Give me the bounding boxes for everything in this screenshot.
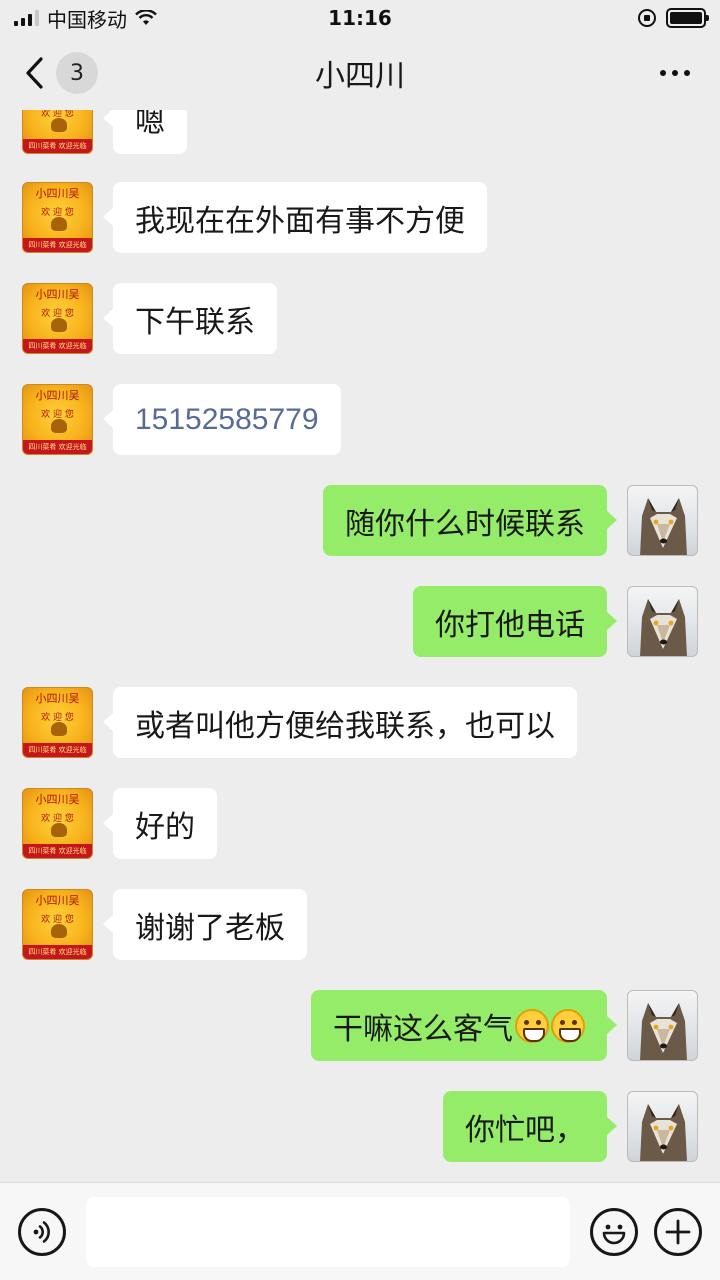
avatar-text: 小四川吴 — [35, 692, 80, 705]
my-avatar[interactable] — [627, 586, 698, 657]
my-avatar[interactable] — [627, 485, 698, 556]
contact-avatar[interactable]: 小四川吴 欢 迎 您 四川菜肴 欢迎光临 — [22, 110, 93, 154]
message-row: 小四川吴 欢 迎 您 四川菜肴 欢迎光临 或者叫他方便给我联系，也可以 — [0, 687, 720, 758]
contact-avatar[interactable]: 小四川吴 欢 迎 您 四川菜肴 欢迎光临 — [22, 687, 93, 758]
avatar-text: 四川菜肴 欢迎光临 — [23, 440, 92, 454]
avatar-text: 小四川吴 — [35, 894, 80, 907]
message-bubble[interactable]: 随你什么时候联系 — [323, 485, 617, 556]
message-bubble[interactable]: 你忙吧， — [443, 1091, 617, 1162]
contact-avatar[interactable]: 小四川吴 欢 迎 您 四川菜肴 欢迎光临 — [22, 889, 93, 960]
contact-avatar[interactable]: 小四川吴 欢 迎 您 四川菜肴 欢迎光临 — [22, 182, 93, 253]
grinning-face-emoji-icon — [551, 1008, 585, 1043]
avatar-text: 四川菜肴 欢迎光临 — [23, 339, 92, 353]
more-functions-button[interactable] — [654, 1207, 702, 1256]
grinning-face-emoji-icon — [515, 1008, 549, 1043]
contact-avatar[interactable]: 小四川吴 欢 迎 您 四川菜肴 欢迎光临 — [22, 788, 93, 859]
wolf-icon — [640, 1104, 687, 1161]
chevron-left-icon — [26, 57, 43, 89]
wolf-icon — [640, 498, 687, 555]
message-row: 小四川吴 欢 迎 您 四川菜肴 欢迎光临 15152585779 — [0, 384, 720, 455]
message-row: 小四川吴 欢 迎 您 四川菜肴 欢迎光临 我现在在外面有事不方便 — [0, 182, 720, 253]
status-right — [638, 8, 709, 28]
my-avatar[interactable] — [627, 1091, 698, 1162]
wolf-icon — [640, 1003, 687, 1060]
avatar-text: 四川菜肴 欢迎光临 — [23, 844, 92, 858]
contact-avatar[interactable]: 小四川吴 欢 迎 您 四川菜肴 欢迎光临 — [22, 283, 93, 354]
more-button[interactable] — [654, 60, 696, 86]
avatar-text: 四川菜肴 欢迎光临 — [23, 238, 92, 252]
plus-icon — [665, 1219, 691, 1244]
message-bubble[interactable]: 或者叫他方便给我联系，也可以 — [103, 687, 577, 758]
message-row: 小四川吴 欢 迎 您 四川菜肴 欢迎光临 下午联系 — [0, 283, 720, 354]
avatar-text: 小四川吴 — [35, 187, 80, 200]
avatar-text: 小四川吴 — [35, 389, 80, 402]
gold-ingot-icon — [51, 318, 67, 332]
message-bubble[interactable]: 下午联系 — [103, 283, 277, 354]
chat-title: 小四川 — [315, 59, 405, 94]
message-row: 小四川吴 欢 迎 您 四川菜肴 欢迎光临 嗯 — [0, 110, 720, 154]
message-bubble[interactable]: 谢谢了老板 — [103, 889, 307, 960]
gold-ingot-icon — [51, 118, 67, 132]
signal-icon — [14, 10, 39, 26]
gold-ingot-icon — [51, 924, 67, 938]
input-bar — [0, 1182, 720, 1280]
gold-ingot-icon — [51, 419, 67, 433]
avatar-text: 小四川吴 — [35, 288, 80, 301]
more-dots-icon — [660, 70, 666, 76]
emoji-button[interactable] — [590, 1207, 638, 1256]
gold-ingot-icon — [51, 217, 67, 231]
message-bubble[interactable]: 干嘛这么客气 — [311, 990, 617, 1061]
battery-icon — [666, 8, 709, 28]
phone-number-link[interactable]: 15152585779 — [103, 384, 341, 455]
status-left: 中国移动 — [14, 4, 157, 33]
message-text: 干嘛这么客气 — [333, 1011, 513, 1047]
back-button[interactable]: 3 — [24, 52, 98, 94]
avatar-text: 小四川吴 — [35, 793, 80, 806]
status-bar: 中国移动 11:16 — [0, 0, 720, 36]
message-bubble[interactable]: 你打他电话 — [413, 586, 617, 657]
nav-bar: 3 小四川 — [0, 36, 720, 110]
wifi-icon — [135, 10, 157, 25]
message-list[interactable]: 小四川吴 欢 迎 您 四川菜肴 欢迎光临 嗯 小四川吴 欢 迎 您 四川菜肴 欢… — [0, 110, 720, 1182]
voice-icon — [33, 1220, 50, 1243]
message-row: 你忙吧， — [0, 1091, 720, 1162]
emoji-icon — [602, 1224, 626, 1244]
my-avatar[interactable] — [627, 990, 698, 1061]
unread-count-badge: 3 — [56, 52, 98, 94]
message-row: 小四川吴 欢 迎 您 四川菜肴 欢迎光临 好的 — [0, 788, 720, 859]
message-row: 随你什么时候联系 — [0, 485, 720, 556]
message-row: 干嘛这么客气 — [0, 990, 720, 1061]
contact-avatar[interactable]: 小四川吴 欢 迎 您 四川菜肴 欢迎光临 — [22, 384, 93, 455]
message-bubble[interactable]: 嗯 — [103, 110, 187, 154]
chat-screen: 中国移动 11:16 3 小四川 小四川 — [0, 0, 720, 1280]
message-bubble[interactable]: 好的 — [103, 788, 217, 859]
avatar-text: 四川菜肴 欢迎光临 — [23, 743, 92, 757]
message-row: 你打他电话 — [0, 586, 720, 657]
carrier-label: 中国移动 — [47, 7, 127, 32]
rotation-lock-icon — [638, 9, 656, 27]
voice-button[interactable] — [18, 1207, 66, 1256]
avatar-text: 四川菜肴 欢迎光临 — [23, 139, 92, 153]
wolf-icon — [640, 599, 687, 656]
gold-ingot-icon — [51, 722, 67, 736]
message-row: 小四川吴 欢 迎 您 四川菜肴 欢迎光临 谢谢了老板 — [0, 889, 720, 960]
gold-ingot-icon — [51, 823, 67, 837]
message-bubble[interactable]: 我现在在外面有事不方便 — [103, 182, 487, 253]
avatar-text: 四川菜肴 欢迎光临 — [23, 945, 92, 959]
message-input[interactable] — [86, 1196, 570, 1267]
